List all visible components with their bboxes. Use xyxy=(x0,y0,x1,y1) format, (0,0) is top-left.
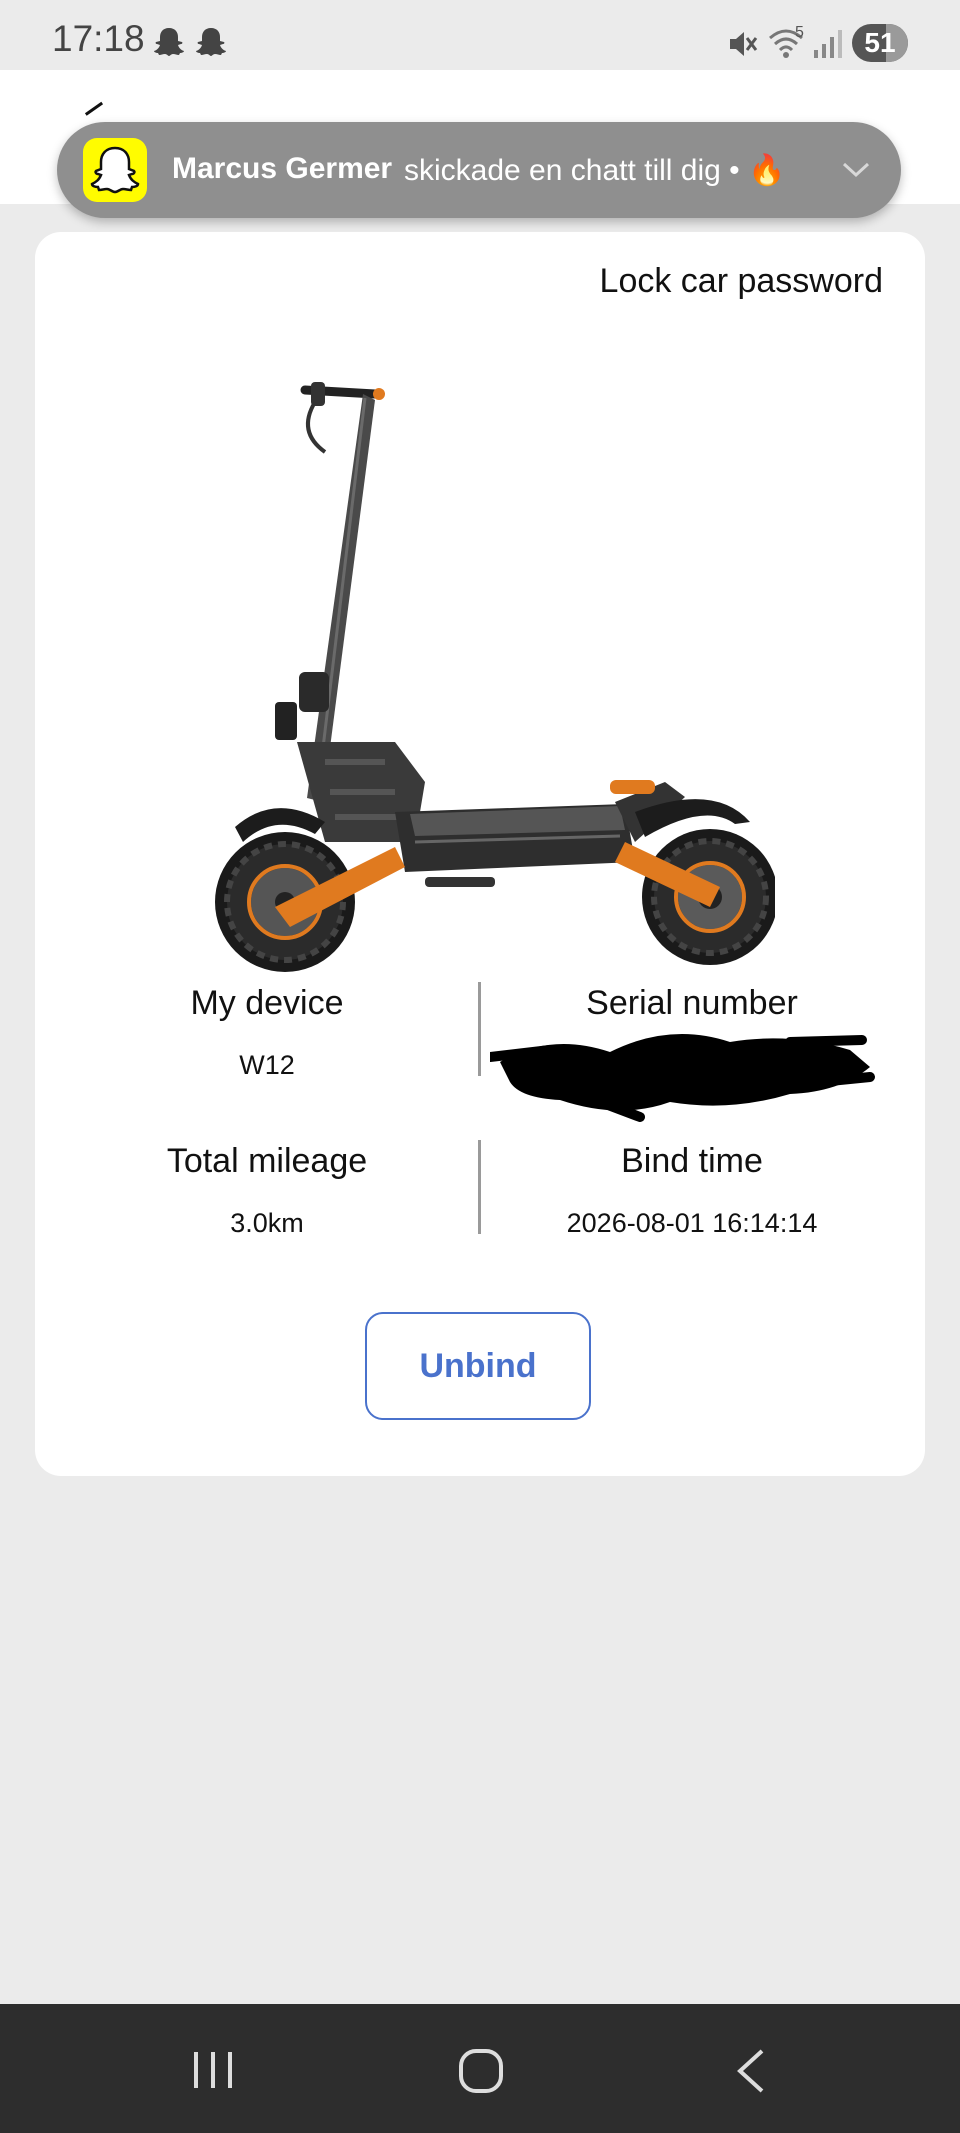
column-divider xyxy=(478,1140,481,1234)
notification-message: skickade en chatt till dig • 🔥 xyxy=(404,154,786,187)
navigation-bar xyxy=(0,2004,960,2133)
bind-time-label: Bind time xyxy=(621,1142,763,1180)
device-card: Lock car password My device W12 Serial n… xyxy=(35,232,925,1476)
total-mileage-label: Total mileage xyxy=(166,1142,368,1180)
my-device-value: W12 xyxy=(239,1050,295,1080)
signal-icon xyxy=(814,30,842,58)
battery-percent: 51 xyxy=(864,27,896,58)
snapchat-ghost-icon xyxy=(196,28,226,56)
serial-number-label: Serial number xyxy=(586,984,798,1022)
unbind-button[interactable]: Unbind xyxy=(365,1312,591,1420)
bind-time-value: 2026-08-01 16:14:14 xyxy=(566,1208,818,1238)
home-icon[interactable] xyxy=(458,2048,504,2094)
status-time: 17:18 xyxy=(52,18,145,59)
notification-sender: Marcus Germer xyxy=(172,152,393,185)
total-mileage-value: 3.0km xyxy=(230,1208,304,1238)
my-device-label: My device xyxy=(190,984,344,1022)
column-divider xyxy=(478,982,481,1076)
mute-icon xyxy=(730,32,758,56)
chevron-down-icon[interactable] xyxy=(841,156,871,182)
recents-icon[interactable] xyxy=(190,2048,236,2092)
back-icon[interactable] xyxy=(734,2048,768,2094)
snapchat-notification[interactable]: Marcus Germer skickade en chatt till dig… xyxy=(57,122,901,218)
lock-car-password-link[interactable]: Lock car password xyxy=(600,262,883,301)
snapchat-icon xyxy=(83,138,147,202)
battery-indicator: 51 xyxy=(852,24,908,62)
snapchat-ghost-icon xyxy=(154,28,184,56)
wifi-badge: 5 xyxy=(795,24,804,41)
serial-number-redaction xyxy=(490,1034,875,1122)
status-bar: 17:18 5 51 xyxy=(0,0,960,70)
